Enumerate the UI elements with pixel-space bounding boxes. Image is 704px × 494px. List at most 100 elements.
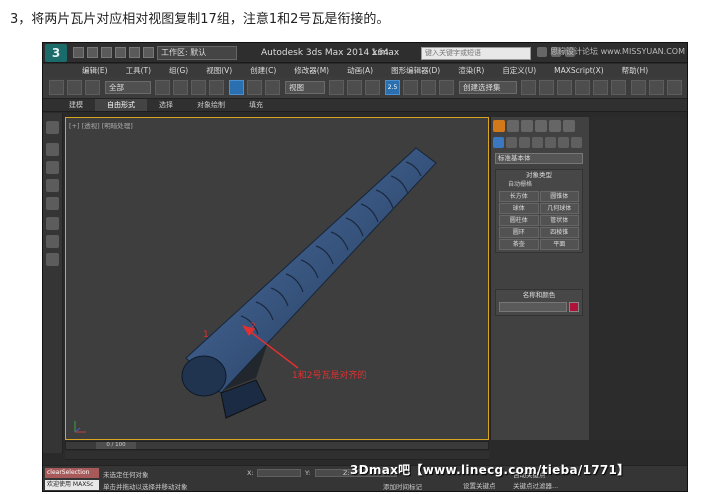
menu-views[interactable]: 视图(V) [197, 64, 241, 77]
select-manipulate-icon[interactable] [347, 80, 362, 95]
menu-animation[interactable]: 动画(A) [338, 64, 382, 77]
render-setup-icon[interactable] [649, 80, 664, 95]
menu-modifiers[interactable]: 修改器(M) [285, 64, 338, 77]
track-bar[interactable] [65, 451, 489, 460]
search-input[interactable]: 键入关键字或短语 [421, 47, 531, 60]
plane-button[interactable]: 平面 [539, 239, 579, 250]
geosphere-button[interactable]: 几何球体 [539, 203, 579, 214]
select-scale-icon[interactable] [265, 80, 280, 95]
binoculars-icon[interactable] [537, 47, 547, 57]
selection-filter-select[interactable]: 全部 [105, 81, 151, 94]
edit-tool-icon[interactable] [46, 235, 59, 248]
ribbon-tab-freeform[interactable]: 自由形式 [95, 99, 147, 111]
bind-space-warp-icon[interactable] [85, 80, 100, 95]
time-slider[interactable]: 0 / 100 [65, 441, 489, 450]
select-rotate-icon[interactable] [247, 80, 262, 95]
utilities-tab-icon[interactable] [563, 120, 575, 132]
lights-icon[interactable] [519, 137, 530, 148]
sphere-icon[interactable] [46, 143, 59, 156]
brush-icon[interactable] [46, 197, 59, 210]
systems-icon[interactable] [571, 137, 582, 148]
object-type-title[interactable]: 对象类型 [496, 170, 582, 180]
graphite-ribbon-icon[interactable] [575, 80, 590, 95]
new-file-icon[interactable] [73, 47, 84, 58]
ribbon-tab-modeling[interactable]: 建模 [57, 99, 95, 111]
unlink-icon[interactable] [67, 80, 82, 95]
paint-icon[interactable] [46, 179, 59, 192]
schematic-view-icon[interactable] [611, 80, 626, 95]
material-editor-icon[interactable] [631, 80, 646, 95]
scene-explorer-icon[interactable] [46, 121, 59, 134]
maxscript-listener-input[interactable]: 欢迎使用 MAXSc [45, 480, 99, 490]
rect-selection-icon[interactable] [191, 80, 206, 95]
box-button[interactable]: 长方体 [499, 191, 539, 202]
layer-manager-icon[interactable] [557, 80, 572, 95]
perspective-viewport[interactable]: [+] [透视] [明暗处理] 1 2 1和2号瓦是对齐的 [65, 117, 489, 440]
cylinder-button[interactable]: 圆柱体 [499, 215, 539, 226]
angle-snap-icon[interactable] [403, 80, 418, 95]
render-icon[interactable] [667, 80, 682, 95]
object-name-input[interactable] [499, 302, 567, 312]
cameras-icon[interactable] [532, 137, 543, 148]
menu-edit[interactable]: 编辑(E) [73, 64, 117, 77]
spinner-snap-icon[interactable] [439, 80, 454, 95]
workspace-select[interactable]: 工作区: 默认 [157, 46, 237, 60]
menu-group[interactable]: 组(G) [160, 64, 197, 77]
x-coord-input[interactable] [257, 469, 301, 477]
set-key-button[interactable]: 设置关键点 [463, 480, 496, 490]
undo-icon[interactable] [115, 47, 126, 58]
link-icon[interactable] [49, 80, 64, 95]
mesh-tool-icon[interactable] [46, 217, 59, 230]
pivot-center-icon[interactable] [329, 80, 344, 95]
modify-tab-icon[interactable] [507, 120, 519, 132]
primitive-type-select[interactable]: 标准基本体 [495, 153, 583, 164]
named-selection-select[interactable]: 创建选择集 [459, 81, 517, 94]
app-logo-icon[interactable]: 3 [45, 44, 67, 62]
menu-tools[interactable]: 工具(T) [117, 64, 160, 77]
display-tool-icon[interactable] [46, 253, 59, 266]
name-color-title[interactable]: 名称和颜色 [496, 290, 582, 300]
window-crossing-icon[interactable] [209, 80, 224, 95]
space-warps-icon[interactable] [558, 137, 569, 148]
keyboard-shortcut-icon[interactable] [365, 80, 380, 95]
create-tab-icon[interactable] [493, 120, 505, 132]
menu-graph-editors[interactable]: 图形编辑器(D) [382, 64, 449, 77]
menu-create[interactable]: 创建(C) [241, 64, 285, 77]
menu-rendering[interactable]: 渲染(R) [449, 64, 493, 77]
ribbon-tab-selection[interactable]: 选择 [147, 99, 185, 111]
menu-help[interactable]: 帮助(H) [613, 64, 658, 77]
cone-button[interactable]: 圆锥体 [539, 191, 579, 202]
geometry-icon[interactable] [493, 137, 504, 148]
snap-toggle-icon[interactable]: 2.5 [385, 80, 400, 95]
time-slider-thumb[interactable]: 0 / 100 [96, 442, 136, 449]
open-file-icon[interactable] [87, 47, 98, 58]
select-object-icon[interactable] [155, 80, 170, 95]
ribbon-tab-populate[interactable]: 填充 [237, 99, 275, 111]
align-icon[interactable] [539, 80, 554, 95]
cloth-icon[interactable] [46, 161, 59, 174]
select-by-name-icon[interactable] [173, 80, 188, 95]
menu-customize[interactable]: 自定义(U) [493, 64, 545, 77]
pyramid-button[interactable]: 四棱锥 [539, 227, 579, 238]
tube-button[interactable]: 管状体 [539, 215, 579, 226]
add-time-tag[interactable]: 添加时间标记 [383, 481, 422, 491]
helpers-icon[interactable] [545, 137, 556, 148]
teapot-button[interactable]: 茶壶 [499, 239, 539, 250]
project-folder-icon[interactable] [143, 47, 154, 58]
reference-coord-select[interactable]: 视图 [285, 81, 325, 94]
sphere-button[interactable]: 球体 [499, 203, 539, 214]
display-tab-icon[interactable] [549, 120, 561, 132]
object-color-swatch[interactable] [569, 302, 579, 312]
shapes-icon[interactable] [506, 137, 517, 148]
maxscript-listener-output[interactable]: clearSelection [45, 468, 99, 478]
curve-editor-icon[interactable] [593, 80, 608, 95]
key-filters-button[interactable]: 关键点过滤器... [513, 480, 558, 490]
save-file-icon[interactable] [101, 47, 112, 58]
select-move-icon[interactable] [229, 80, 244, 95]
autogrid-checkbox[interactable]: 自动栅格 [496, 180, 582, 189]
motion-tab-icon[interactable] [535, 120, 547, 132]
ribbon-tab-object-paint[interactable]: 对象绘制 [185, 99, 237, 111]
mirror-icon[interactable] [521, 80, 536, 95]
hierarchy-tab-icon[interactable] [521, 120, 533, 132]
menu-maxscript[interactable]: MAXScript(X) [545, 64, 612, 77]
